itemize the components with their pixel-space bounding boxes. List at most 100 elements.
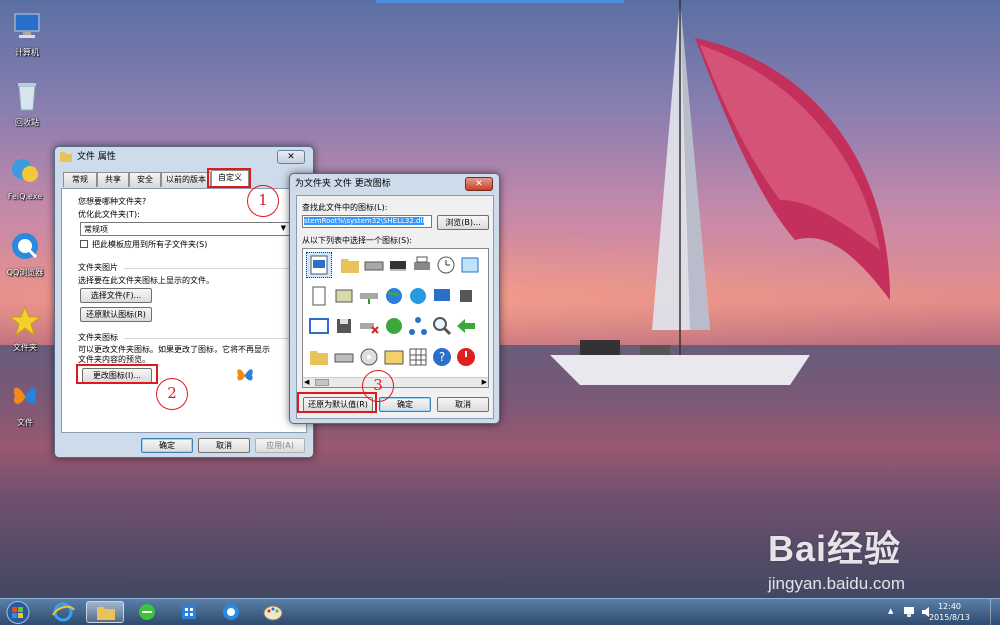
dialog-title: 文件 属性: [77, 152, 116, 162]
network-globe-icon[interactable]: [407, 285, 429, 307]
search-icon[interactable]: [431, 315, 453, 337]
window-icon[interactable]: [459, 254, 481, 276]
help-icon[interactable]: ?: [431, 346, 453, 368]
group-divider: [124, 268, 302, 269]
star-folder-icon: [8, 305, 42, 337]
scroll-right-icon[interactable]: ▶: [482, 378, 487, 386]
taskbar-paint[interactable]: [254, 601, 292, 623]
image-icon[interactable]: [383, 346, 405, 368]
computer-icon: [14, 13, 40, 38]
desktop-icon-file[interactable]: 文件: [0, 380, 50, 428]
drive-icon[interactable]: [363, 254, 385, 276]
save-disk-icon[interactable]: [333, 315, 355, 337]
folder-icon[interactable]: [339, 254, 361, 276]
annotation-step-1: 1: [247, 185, 279, 217]
globe-cursor-icon[interactable]: [383, 315, 405, 337]
clock-icon[interactable]: [435, 254, 457, 276]
network-drive-icon[interactable]: [358, 285, 380, 307]
tab-sharing[interactable]: 共享: [97, 172, 129, 187]
optimize-label: 优化此文件夹(T):: [78, 210, 140, 219]
phone-icon[interactable]: [455, 285, 477, 307]
drive-icon[interactable]: [333, 346, 355, 368]
folder-icons-heading: 文件夹图标: [78, 333, 118, 342]
icon-file-path-input[interactable]: stemRoot%\system32\SHELL32.dll: [302, 215, 432, 228]
grid-icon[interactable]: [407, 346, 429, 368]
internet-explorer-icon: [52, 602, 75, 622]
apply-button[interactable]: 应用(A): [255, 438, 305, 453]
folder-pictures-heading: 文件夹图片: [78, 263, 118, 272]
scrollbar-thumb[interactable]: [315, 379, 329, 386]
tab-previous-versions[interactable]: 以前的版本: [161, 172, 211, 187]
tab-security[interactable]: 安全: [129, 172, 161, 187]
change-icon-body: 查找此文件中的图标(L): stemRoot%\system32\SHELL32…: [296, 195, 494, 419]
folder-icon[interactable]: [308, 346, 330, 368]
feiq-icon: [12, 159, 38, 182]
browse-button[interactable]: 浏览(B)...: [437, 215, 489, 230]
change-icon-dialog: 为文件夹 文件 更改图标 ✕ 查找此文件中的图标(L): stemRoot%\s…: [289, 173, 500, 424]
windows-store-icon: [182, 605, 196, 619]
tray-expand-icon[interactable]: ▲: [888, 607, 893, 615]
desktop-icon-computer[interactable]: 计算机: [2, 10, 52, 58]
desktop-icon-label: 文件夹: [13, 343, 37, 352]
folder-icon: [97, 607, 115, 620]
cancel-button[interactable]: 取消: [437, 397, 489, 412]
apply-subfolders-checkbox[interactable]: [80, 240, 88, 248]
desktop-icon-feiq[interactable]: FeiQ.exe: [0, 155, 50, 201]
window-app-icon[interactable]: [308, 315, 330, 337]
ok-button[interactable]: 确定: [141, 438, 193, 453]
annotation-box-customize-tab: [207, 168, 251, 188]
taskbar-360-browser[interactable]: [128, 601, 166, 623]
show-desktop-button[interactable]: [990, 599, 1000, 625]
document-icon[interactable]: [308, 285, 330, 307]
clock-date: 2015/8/13: [928, 613, 970, 622]
start-button-icon[interactable]: [4, 600, 32, 625]
default-file-icon[interactable]: [308, 254, 330, 276]
qq-browser-icon: [12, 233, 38, 259]
svg-text:?: ?: [439, 350, 445, 364]
choose-file-button[interactable]: 选择文件(F)...: [80, 288, 152, 303]
restore-default-icon-button[interactable]: 还原默认图标(R): [80, 307, 152, 322]
chip-icon[interactable]: [387, 254, 409, 276]
clock-time: 12:40: [937, 602, 962, 611]
icon-list-scrollbar[interactable]: ◀ ▶: [303, 377, 488, 387]
paint-icon: [263, 605, 283, 621]
group-divider: [124, 338, 302, 339]
taskbar-store[interactable]: [170, 601, 208, 623]
folder-icon: [60, 152, 72, 162]
shutdown-icon[interactable]: [455, 346, 477, 368]
desktop-icon-label: 计算机: [15, 48, 39, 57]
computer-network-icon[interactable]: [431, 285, 453, 307]
folder-pictures-desc: 选择要在此文件夹图标上显示的文件。: [78, 276, 214, 285]
scroll-left-icon[interactable]: ◀: [304, 378, 309, 386]
taskbar-explorer[interactable]: [86, 601, 124, 623]
desktop-icon-label: 回收站: [15, 118, 39, 127]
network-tray-icon[interactable]: [903, 605, 917, 619]
taskbar-ie[interactable]: [44, 601, 82, 623]
butterfly-icon: [13, 387, 37, 404]
delete-drive-icon[interactable]: [358, 315, 380, 337]
globe-icon[interactable]: [383, 285, 405, 307]
icon-list[interactable]: ? ◀ ▶: [302, 248, 489, 388]
desktop-icon-qq-browser[interactable]: QQ浏览器: [0, 230, 50, 278]
close-button[interactable]: ✕: [277, 150, 305, 164]
tab-general[interactable]: 常规: [63, 172, 97, 187]
cancel-button[interactable]: 取消: [198, 438, 250, 453]
dialog-titlebar[interactable]: 文件 属性 ✕: [55, 147, 313, 167]
arrow-green-icon[interactable]: [455, 315, 477, 337]
desktop-icon-star-folder[interactable]: 文件夹: [0, 305, 50, 353]
taskbar-clock[interactable]: 12:40 2015/8/13: [929, 601, 970, 623]
folder-type-question: 您想要哪种文件夹?: [78, 197, 147, 206]
settings-panel-icon[interactable]: [333, 285, 355, 307]
taskbar-qq-browser[interactable]: [212, 601, 250, 623]
desktop-icon-label: FeiQ.exe: [7, 192, 43, 201]
taskbar: ▲ 12:40 2015/8/13: [0, 598, 1000, 625]
cd-drive-icon[interactable]: [358, 346, 380, 368]
find-icons-label: 查找此文件中的图标(L):: [302, 203, 388, 212]
dialog-titlebar[interactable]: 为文件夹 文件 更改图标 ✕: [290, 174, 499, 194]
network-icon[interactable]: [407, 315, 429, 337]
desktop-icon-recycle-bin[interactable]: 回收站: [2, 80, 52, 128]
printer-icon[interactable]: [411, 254, 433, 276]
butterfly-icon: [237, 369, 253, 381]
optimize-select[interactable]: 常规项 ▼: [80, 222, 290, 236]
close-button[interactable]: ✕: [465, 177, 493, 191]
